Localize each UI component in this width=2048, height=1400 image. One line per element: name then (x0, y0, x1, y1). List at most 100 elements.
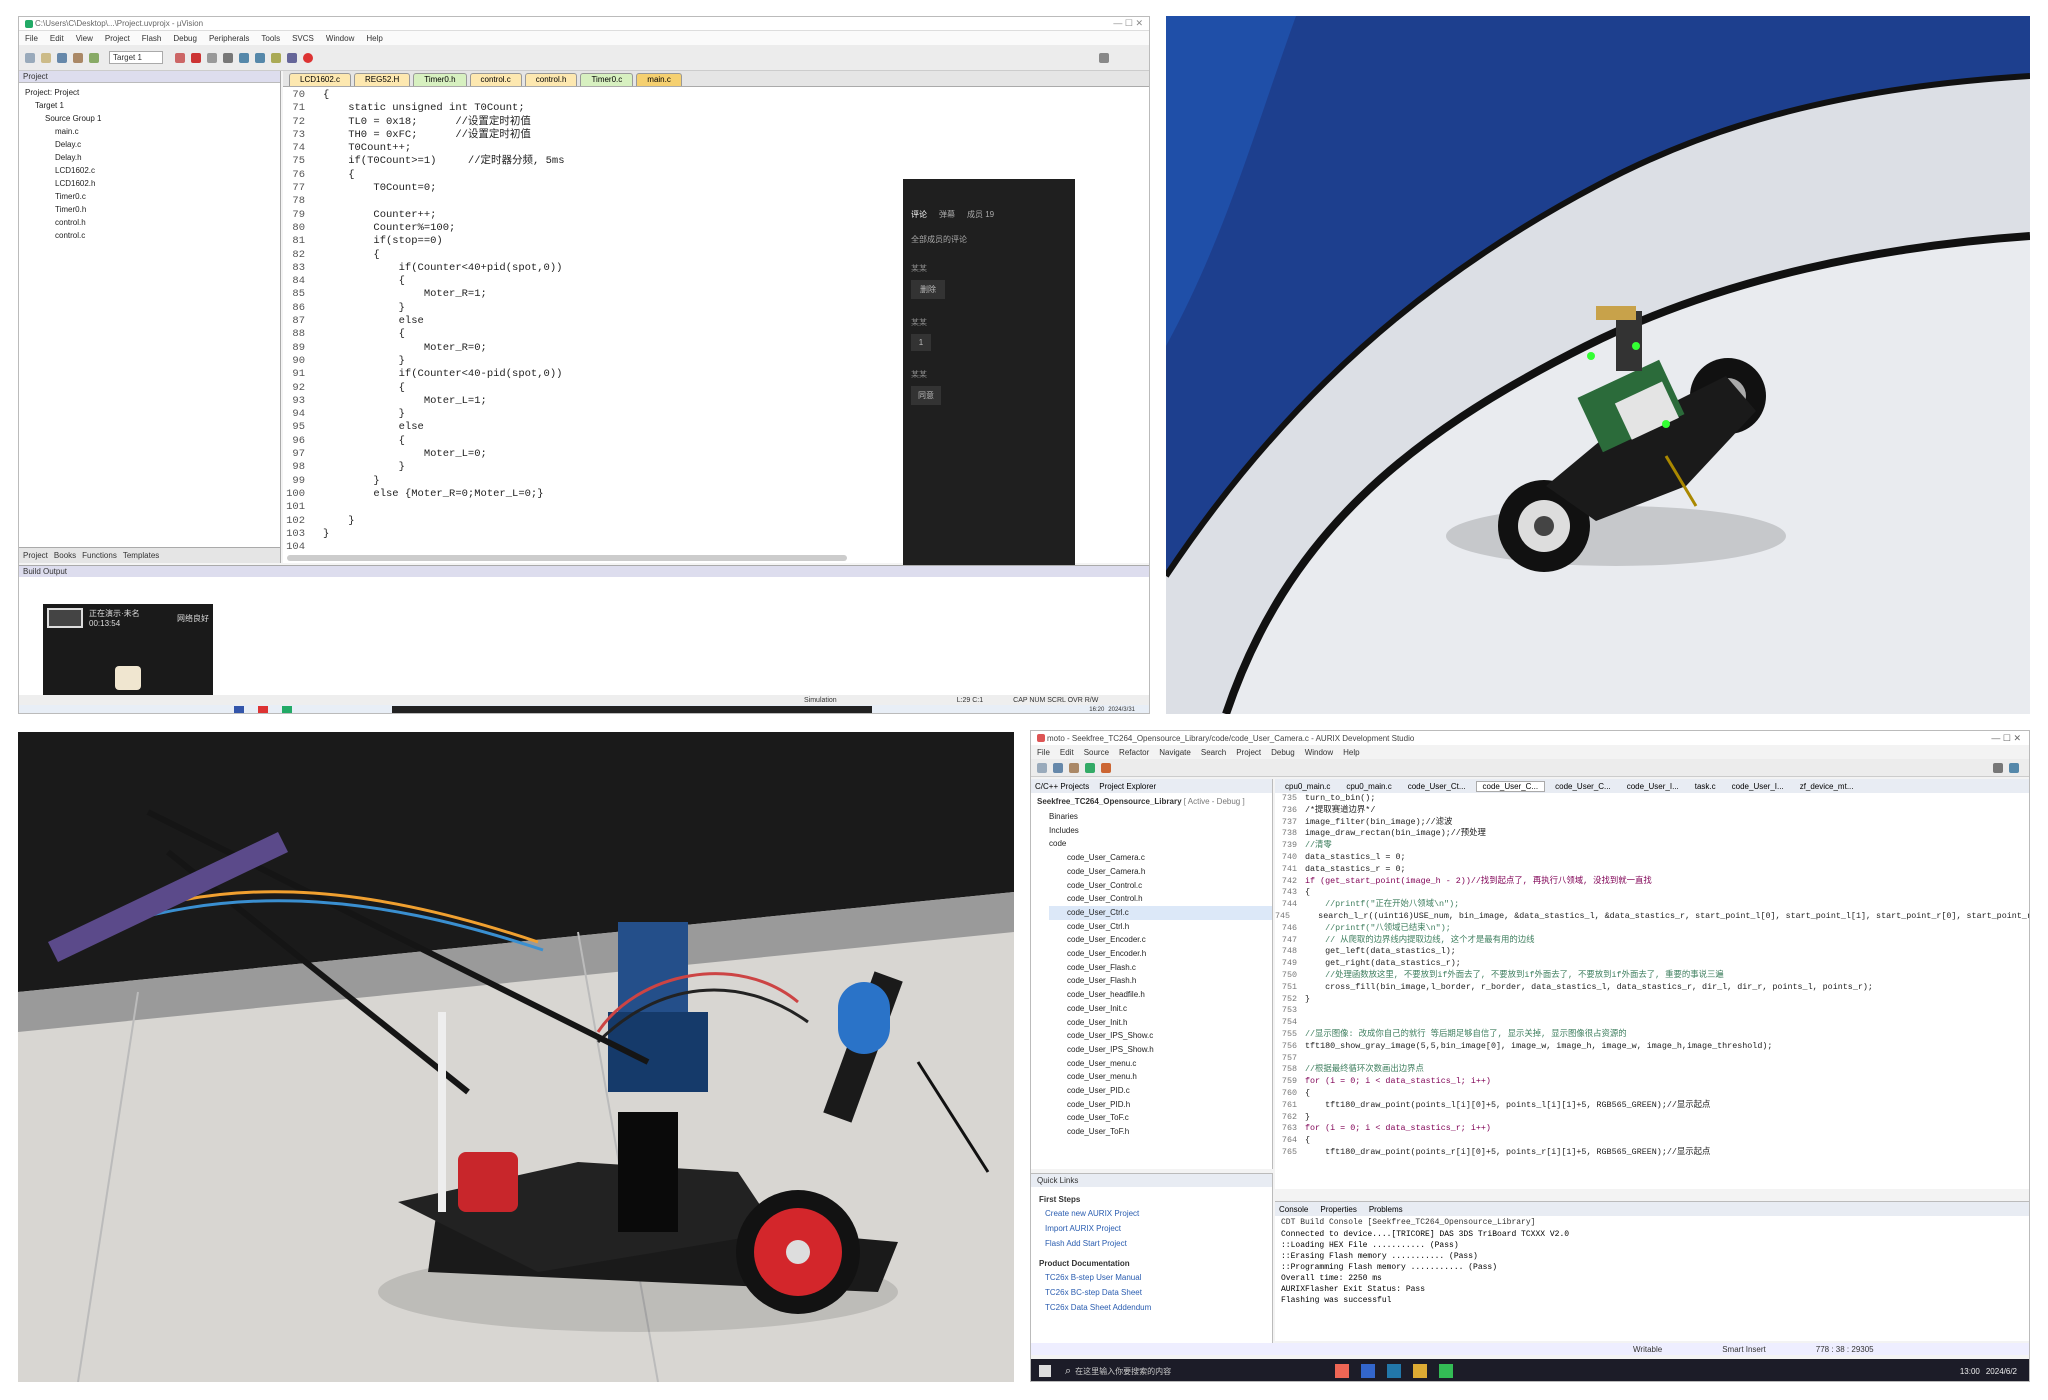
aurix-editor-tab[interactable]: code_User_Ct... (1402, 782, 1472, 791)
aurix-editor-tab[interactable]: code_User_I... (1621, 782, 1685, 791)
aurix-build-icon[interactable] (1069, 762, 1079, 773)
menu-item-edit[interactable]: Edit (1060, 748, 1074, 757)
target-select[interactable]: Target 1 (109, 51, 163, 64)
copy-icon[interactable] (206, 52, 217, 63)
menu-item-search[interactable]: Search (1201, 748, 1226, 757)
wps-icon[interactable] (258, 706, 268, 713)
tree-item[interactable]: Timer0.c (25, 190, 274, 203)
file-item[interactable]: Binaries (1049, 810, 1272, 824)
tree-item[interactable]: Source Group 1 (25, 112, 274, 125)
file-item[interactable]: code_User_Init.h (1049, 1016, 1272, 1030)
tab-project[interactable]: Project (23, 551, 48, 560)
chat-tab[interactable]: 弹幕 (939, 209, 955, 220)
chat-btn-3[interactable]: 同意 (911, 386, 941, 405)
aurix-code-area[interactable]: 735 turn_to_bin(); 736 /*提取赛道边界*/ 737 image_f… (1275, 793, 2029, 1159)
aurix-save-icon[interactable] (1053, 762, 1063, 773)
quick-link[interactable]: Import AURIX Project (1031, 1221, 1272, 1236)
redo-icon[interactable] (254, 52, 265, 63)
tree-item[interactable]: Target 1 (25, 99, 274, 112)
tree-item[interactable]: control.h (25, 216, 274, 229)
file-item[interactable]: code_User_Encoder.c (1049, 933, 1272, 947)
file-item[interactable]: code_User_Init.c (1049, 1002, 1272, 1016)
aurix-editor-tab[interactable]: zf_device_mt... (1794, 782, 1860, 791)
indent-icon[interactable] (286, 52, 297, 63)
chat-btn-2[interactable]: 1 (911, 334, 931, 351)
tree-item[interactable]: Timer0.h (25, 203, 274, 216)
aurix-perspective-icon[interactable] (2009, 762, 2019, 773)
tree-item[interactable]: main.c (25, 125, 274, 138)
menu-item-file[interactable]: File (25, 34, 38, 43)
aurix-editor-tab[interactable]: cpu0_main.c (1340, 782, 1397, 791)
menu-item-debug[interactable]: Debug (173, 34, 197, 43)
build-icon[interactable] (73, 52, 83, 63)
menu-item-window[interactable]: Window (1305, 748, 1333, 757)
editor-tab[interactable]: control.h (524, 73, 578, 86)
explorer-tab[interactable]: Project Explorer (1099, 782, 1156, 791)
menu-item-help[interactable]: Help (1343, 748, 1359, 757)
options-icon[interactable] (174, 52, 185, 63)
menu-item-tools[interactable]: Tools (261, 34, 280, 43)
windows-start-icon[interactable] (1039, 1365, 1051, 1377)
file-item[interactable]: code_User_ToF.c (1049, 1111, 1272, 1125)
save-icon[interactable] (57, 52, 67, 63)
doc-link[interactable]: TC26x B-step User Manual (1031, 1270, 1272, 1285)
file-item[interactable]: code_User_ToF.h (1049, 1125, 1272, 1139)
file-item[interactable]: code_User_Ctrl.c (1049, 905, 1272, 920)
tree-item[interactable]: Delay.h (25, 151, 274, 164)
file-item[interactable]: code_User_Encoder.h (1049, 947, 1272, 961)
doc-link[interactable]: TC26x Data Sheet Addendum (1031, 1300, 1272, 1315)
file-item[interactable]: code_User_IPS_Show.c (1049, 1029, 1272, 1043)
taskbar-app-5-icon[interactable] (1439, 1364, 1454, 1378)
debug-icon[interactable] (190, 52, 201, 63)
menu-item-svcs[interactable]: SVCS (292, 34, 314, 43)
quick-links-tab[interactable]: Quick Links (1031, 1174, 1272, 1187)
file-item[interactable]: code_User_Ctrl.h (1049, 920, 1272, 934)
file-item[interactable]: code_User_headfile.h (1049, 988, 1272, 1002)
menu-item-edit[interactable]: Edit (50, 34, 64, 43)
taskbar-search[interactable]: 在这里输入你要搜索的内容 (1075, 1366, 1275, 1377)
pen-icon[interactable] (234, 706, 244, 713)
tab-functions[interactable]: Functions (82, 551, 117, 560)
menu-item-project[interactable]: Project (105, 34, 130, 43)
console-tab[interactable]: Properties (1320, 1205, 1356, 1214)
explorer-tab[interactable]: C/C++ Projects (1035, 782, 1089, 791)
aurix-editor-tab[interactable]: code_User_C... (1549, 782, 1617, 791)
chat-tab[interactable]: 成员 19 (967, 209, 994, 220)
menu-item-debug[interactable]: Debug (1271, 748, 1295, 757)
file-item[interactable]: code_User_Flash.h (1049, 974, 1272, 988)
menu-item-source[interactable]: Source (1084, 748, 1109, 757)
quick-link[interactable]: Flash Add Start Project (1031, 1236, 1272, 1251)
menu-item-project[interactable]: Project (1236, 748, 1261, 757)
menu-item-peripherals[interactable]: Peripherals (209, 34, 249, 43)
chat-tab[interactable]: 评论 (911, 209, 927, 220)
tree-item[interactable]: LCD1602.c (25, 164, 274, 177)
aurix-editor-tab[interactable]: task.c (1689, 782, 1722, 791)
bookmark-icon[interactable] (270, 52, 281, 63)
tree-item[interactable]: control.c (25, 229, 274, 242)
file-item[interactable]: code_User_menu.c (1049, 1057, 1272, 1071)
chat-btn-1[interactable]: 删除 (911, 280, 945, 299)
aurix-run-icon[interactable] (1101, 762, 1111, 773)
aurix-editor-tab[interactable]: cpu0_main.c (1279, 782, 1336, 791)
tree-item[interactable]: Project: Project (25, 86, 274, 99)
file-item[interactable]: code_User_PID.c (1049, 1084, 1272, 1098)
file-item[interactable]: code_User_PID.h (1049, 1098, 1272, 1112)
menu-item-refactor[interactable]: Refactor (1119, 748, 1149, 757)
aurix-editor-tab[interactable]: code_User_I... (1726, 782, 1790, 791)
file-item[interactable]: code_User_Camera.c (1049, 851, 1272, 865)
menu-item-flash[interactable]: Flash (142, 34, 162, 43)
editor-tab[interactable]: Timer0.c (580, 73, 634, 86)
taskbar-search-icon[interactable]: ⌕ (1065, 1365, 1071, 1378)
file-item[interactable]: code_User_Control.h (1049, 892, 1272, 906)
explorer-project[interactable]: Seekfree_TC264_Opensource_Library [ Acti… (1031, 793, 1272, 810)
new-file-icon[interactable] (25, 52, 35, 63)
file-item[interactable]: code_User_menu.h (1049, 1070, 1272, 1084)
menu-item-file[interactable]: File (1037, 748, 1050, 757)
menu-item-help[interactable]: Help (366, 34, 382, 43)
aurix-editor-tab[interactable]: code_User_C... (1475, 780, 1546, 792)
window-controls[interactable]: — ☐ ✕ (1113, 18, 1149, 29)
taskbar-app-4-icon[interactable] (1413, 1364, 1428, 1378)
aurix-window-controls[interactable]: — ☐ ✕ (1991, 733, 2029, 744)
tab-books[interactable]: Books (54, 551, 76, 560)
breakpoint-icon[interactable] (302, 52, 313, 63)
